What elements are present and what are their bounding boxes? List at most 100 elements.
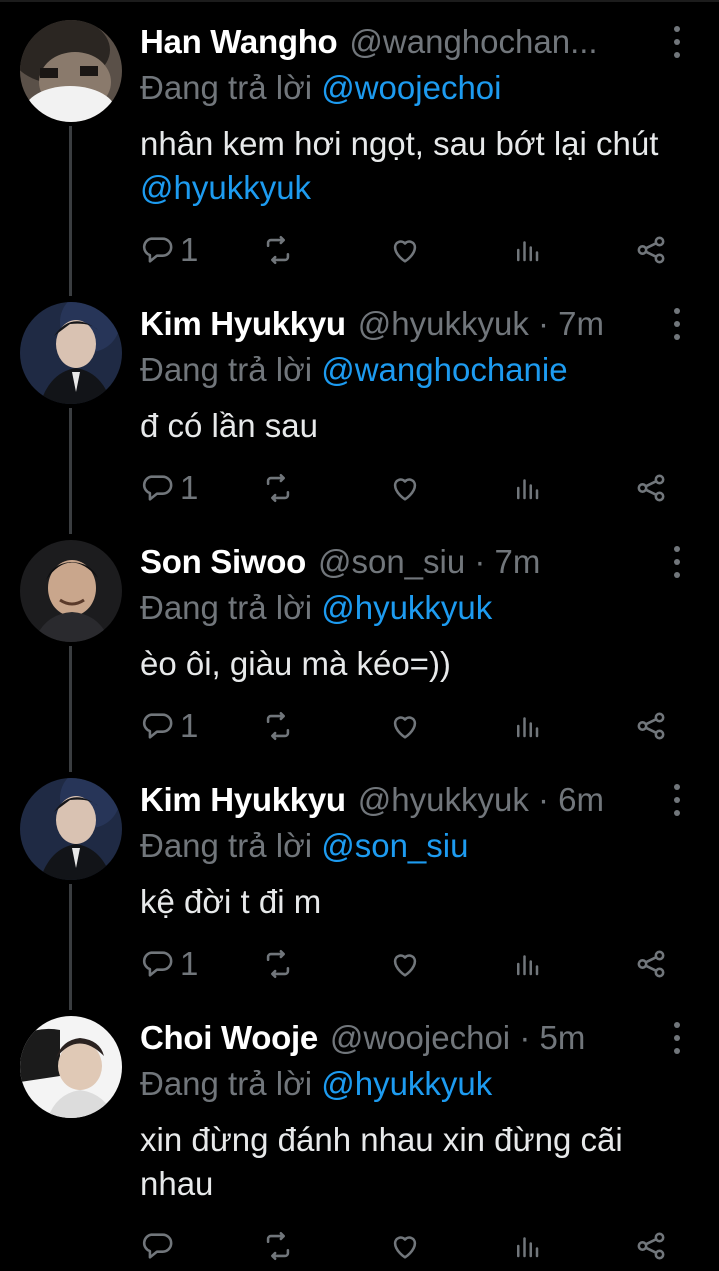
- share-button[interactable]: [634, 706, 668, 746]
- reply-icon: [140, 947, 174, 981]
- like-icon: [388, 233, 422, 267]
- retweet-button[interactable]: [260, 706, 296, 746]
- avatar[interactable]: [20, 302, 122, 404]
- replying-to: Đang trả lời @woojechoi: [140, 66, 501, 110]
- author-handle[interactable]: @hyukkyuk: [358, 781, 529, 818]
- tweet-text-content: nhân kem hơi ngọt, sau bớt lại chút: [140, 125, 659, 162]
- author-handle[interactable]: @son_siu: [318, 543, 465, 580]
- tweet-time[interactable]: · 6m: [538, 781, 604, 818]
- action-bar: 1: [140, 468, 680, 508]
- tweet-header: Son Siwoo @son_siu · 7m: [140, 540, 671, 584]
- replying-mention-link[interactable]: @son_siu: [321, 827, 468, 864]
- share-button[interactable]: [634, 944, 668, 984]
- avatar[interactable]: [20, 1016, 122, 1118]
- views-button[interactable]: [512, 468, 542, 508]
- tweet[interactable]: Choi Wooje @woojechoi · 5m Đang trả lời @…: [0, 1016, 719, 1266]
- author-name[interactable]: Kim Hyukkyu: [140, 781, 346, 818]
- reply-icon: [140, 1229, 174, 1263]
- author-name[interactable]: Han Wangho: [140, 23, 338, 60]
- tweet[interactable]: Han Wangho @wanghochan... Đang trả lời @w…: [0, 20, 719, 282]
- share-button[interactable]: [634, 1226, 668, 1266]
- tweet[interactable]: Kim Hyukkyu @hyukkyuk · 6m Đang trả lời @…: [0, 778, 719, 990]
- tweet[interactable]: Kim Hyukkyu @hyukkyuk · 7m Đang trả lời @…: [0, 302, 719, 514]
- reply-icon: [140, 233, 174, 267]
- more-options-icon[interactable]: [671, 308, 683, 340]
- like-button[interactable]: [388, 944, 422, 984]
- share-icon: [634, 947, 668, 981]
- views-icon: [512, 233, 542, 267]
- replying-prefix: Đang trả lời: [140, 69, 313, 106]
- text-mention-link[interactable]: @hyukkyuk: [140, 169, 311, 206]
- replying-prefix: Đang trả lời: [140, 827, 313, 864]
- retweet-icon: [260, 471, 296, 505]
- action-bar: 1: [140, 706, 680, 746]
- retweet-icon: [260, 947, 296, 981]
- author-name[interactable]: Kim Hyukkyu: [140, 305, 346, 342]
- tweet-text: nhân kem hơi ngọt, sau bớt lại chút @hyu…: [140, 122, 660, 210]
- tweet-text: xin đừng đánh nhau xin đừng cãi nhau: [140, 1121, 623, 1202]
- views-button[interactable]: [512, 1226, 542, 1266]
- tweet-time[interactable]: · 5m: [519, 1019, 585, 1056]
- views-button[interactable]: [512, 230, 542, 270]
- replying-mention-link[interactable]: @woojechoi: [321, 69, 501, 106]
- more-options-icon[interactable]: [671, 546, 683, 578]
- reply-count: 1: [180, 231, 199, 268]
- more-options-icon[interactable]: [671, 1022, 683, 1054]
- replying-to: Đang trả lời @son_siu: [140, 824, 468, 868]
- replying-to: Đang trả lời @hyukkyuk: [140, 1062, 492, 1106]
- avatar[interactable]: [20, 540, 122, 642]
- like-icon: [388, 947, 422, 981]
- reply-button[interactable]: 1: [140, 706, 198, 746]
- like-button[interactable]: [388, 706, 422, 746]
- replying-mention-link[interactable]: @wanghochanie: [321, 351, 567, 388]
- author-handle[interactable]: @woojechoi: [330, 1019, 510, 1056]
- tweet-time[interactable]: · 7m: [474, 543, 540, 580]
- author-handle[interactable]: @hyukkyuk: [358, 305, 529, 342]
- views-button[interactable]: [512, 944, 542, 984]
- views-icon: [512, 471, 542, 505]
- retweet-button[interactable]: [260, 944, 296, 984]
- reply-icon: [140, 471, 174, 505]
- replying-mention-link[interactable]: @hyukkyuk: [321, 589, 492, 626]
- replying-prefix: Đang trả lời: [140, 351, 313, 388]
- reply-icon: [140, 709, 174, 743]
- retweet-button[interactable]: [260, 230, 296, 270]
- action-bar: [140, 1226, 680, 1266]
- share-button[interactable]: [634, 230, 668, 270]
- avatar[interactable]: [20, 20, 122, 122]
- author-handle[interactable]: @wanghochan...: [349, 23, 597, 60]
- reply-button[interactable]: 1: [140, 944, 198, 984]
- views-icon: [512, 1229, 542, 1263]
- like-button[interactable]: [388, 230, 422, 270]
- avatar[interactable]: [20, 778, 122, 880]
- retweet-icon: [260, 1229, 296, 1263]
- like-icon: [388, 709, 422, 743]
- more-options-icon[interactable]: [671, 784, 683, 816]
- share-icon: [634, 233, 668, 267]
- retweet-icon: [260, 233, 296, 267]
- tweet-text: èo ôi, giàu mà kéo=)): [140, 645, 451, 682]
- retweet-button[interactable]: [260, 468, 296, 508]
- reply-count: 1: [180, 469, 199, 506]
- reply-button[interactable]: 1: [140, 230, 198, 270]
- top-divider: [0, 0, 719, 2]
- author-name[interactable]: Choi Wooje: [140, 1019, 318, 1056]
- replying-mention-link[interactable]: @hyukkyuk: [321, 1065, 492, 1102]
- retweet-button[interactable]: [260, 1226, 296, 1266]
- more-options-icon[interactable]: [671, 26, 683, 58]
- tweet[interactable]: Son Siwoo @son_siu · 7m Đang trả lời @hyu…: [0, 540, 719, 752]
- share-icon: [634, 709, 668, 743]
- views-button[interactable]: [512, 706, 542, 746]
- like-button[interactable]: [388, 1226, 422, 1266]
- share-icon: [634, 1229, 668, 1263]
- share-button[interactable]: [634, 468, 668, 508]
- like-button[interactable]: [388, 468, 422, 508]
- tweet-header: Kim Hyukkyu @hyukkyuk · 6m: [140, 778, 671, 822]
- reply-button[interactable]: [140, 1226, 180, 1266]
- reply-button[interactable]: 1: [140, 468, 198, 508]
- tweet-header: Han Wangho @wanghochan...: [140, 20, 671, 64]
- replying-prefix: Đang trả lời: [140, 1065, 313, 1102]
- tweet-time[interactable]: · 7m: [538, 305, 604, 342]
- replying-to: Đang trả lời @wanghochanie: [140, 348, 568, 392]
- author-name[interactable]: Son Siwoo: [140, 543, 306, 580]
